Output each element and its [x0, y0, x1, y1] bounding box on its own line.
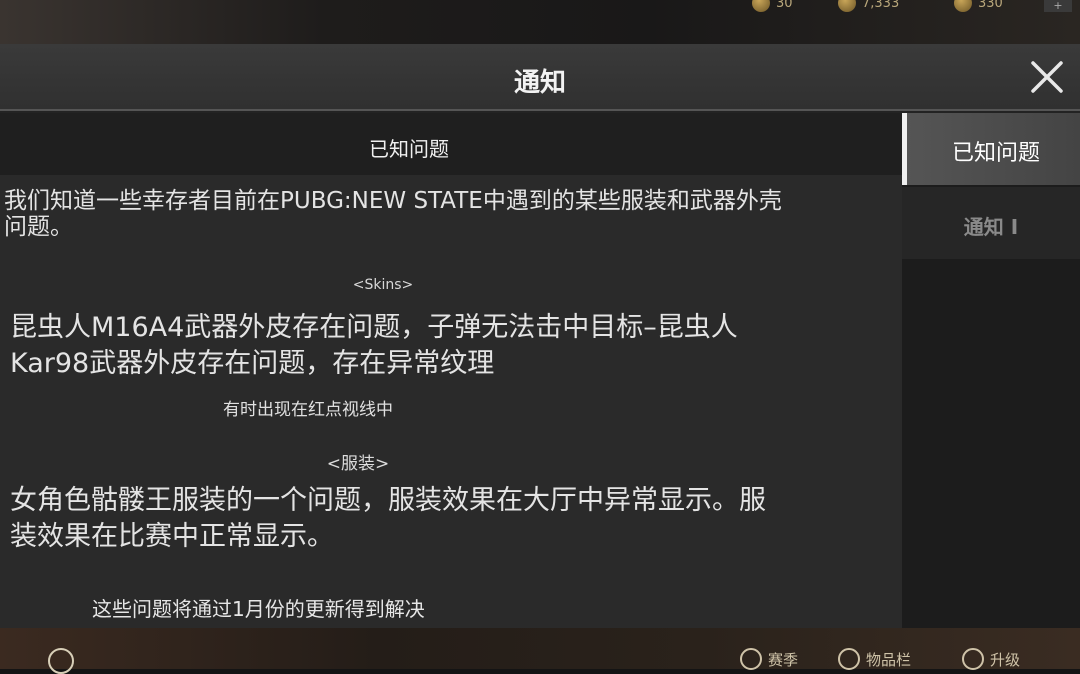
close-icon	[1031, 61, 1063, 93]
notice-content-panel[interactable]: 已知问题 我们知道一些幸存者目前在PUBG:NEW STATE中遇到的某些服装和…	[0, 113, 902, 628]
upgrade-button[interactable]: 升级	[962, 648, 1020, 670]
tab-known-issues[interactable]: 已知问题	[902, 113, 1080, 185]
coin-icon	[838, 0, 856, 12]
skins-note-text: 有时出现在红点视线中	[223, 400, 393, 420]
inventory-icon	[838, 648, 860, 670]
emote-icon[interactable]	[48, 648, 74, 674]
upgrade-icon	[962, 648, 984, 670]
currency-display-1: 30	[752, 0, 793, 14]
currency-display-2: 7,333	[838, 0, 899, 14]
close-button[interactable]	[1028, 58, 1066, 96]
resolution-note: 这些问题将通过1月份的更新得到解决	[92, 597, 425, 621]
season-icon	[740, 648, 762, 670]
season-button[interactable]: 赛季	[740, 648, 798, 670]
outfit-issue-text: 女角色骷髅王服装的一个问题，服装效果在大厅中异常显示。服装效果在比赛中正常显示。	[10, 485, 766, 552]
coin-icon	[752, 0, 770, 12]
modal-header: 通知	[0, 44, 1080, 111]
outfit-section-heading: <服装>	[326, 454, 390, 474]
content-heading: 已知问题	[369, 137, 449, 161]
season-label: 赛季	[768, 650, 799, 669]
inventory-button[interactable]: 物品栏	[838, 648, 911, 670]
notice-modal: 通知 已知问题 我们知道一些幸存者目前在PUBG:NEW STATE中遇到的某些…	[0, 44, 1080, 628]
content-header: 已知问题	[0, 113, 902, 175]
inventory-label: 物品栏	[866, 650, 912, 669]
tab-label: 通知 I	[963, 215, 1019, 239]
skins-issue-text: 昆虫人M16A4武器外皮存在问题，子弹无法击中目标–昆虫人Kar98武器外皮存在…	[10, 312, 738, 379]
notice-tab-list: 已知问题 通知 I	[902, 113, 1080, 628]
intro-paragraph: 我们知道一些幸存者目前在PUBG:NEW STATE中遇到的某些服装和武器外壳问…	[4, 188, 782, 240]
add-currency-button[interactable]: +	[1044, 0, 1072, 12]
coin-icon	[954, 0, 972, 12]
tab-notice[interactable]: 通知 I	[902, 187, 1080, 259]
currency-display-3: 330	[954, 0, 1003, 14]
upgrade-label: 升级	[990, 650, 1021, 669]
game-top-bar	[0, 0, 1080, 44]
skins-section-heading: <Skins>	[352, 277, 414, 293]
currency-value: 7,333	[862, 0, 900, 11]
currency-value: 30	[776, 0, 793, 11]
tab-label: 已知问题	[951, 141, 1040, 166]
modal-title: 通知	[513, 68, 566, 98]
currency-value: 330	[978, 0, 1003, 11]
game-bottom-bar	[0, 628, 1080, 669]
